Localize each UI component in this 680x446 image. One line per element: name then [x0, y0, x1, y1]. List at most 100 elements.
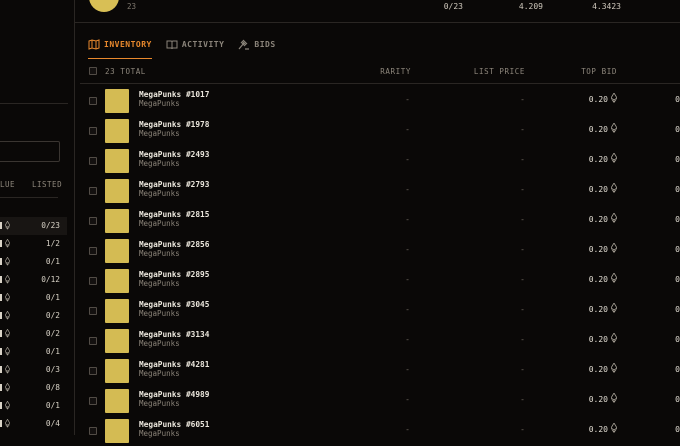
collection-row[interactable]: 0/12: [0, 271, 67, 289]
table-row[interactable]: MegaPunks #4989 MegaPunks - - 0.20 0: [80, 386, 680, 416]
collection-row[interactable]: 0/2: [0, 325, 67, 343]
row-checkbox[interactable]: [89, 427, 97, 435]
item-extra: 0: [675, 395, 680, 404]
listed-count: 0/23: [41, 221, 60, 230]
collection-row[interactable]: 0/1: [0, 253, 67, 271]
item-name[interactable]: MegaPunks #6051: [139, 420, 209, 429]
eth-icon: [610, 152, 618, 163]
nft-thumbnail[interactable]: [105, 269, 129, 293]
tab-activity[interactable]: ACTIVITY: [166, 36, 225, 52]
item-rarity: -: [405, 275, 410, 284]
table-row[interactable]: MegaPunks #2793 MegaPunks - - 0.20 0: [80, 176, 680, 206]
eth-icon: [4, 346, 11, 356]
value-fragment: [0, 258, 2, 265]
collection-row[interactable]: 0/3: [0, 361, 67, 379]
item-name[interactable]: MegaPunks #4989: [139, 390, 209, 399]
collection-avatar: [89, 0, 119, 12]
item-top-bid: 0.20: [588, 395, 608, 404]
collection-row[interactable]: 0/8: [0, 379, 67, 397]
row-checkbox[interactable]: [89, 217, 97, 225]
item-rarity: -: [405, 95, 410, 104]
collection-row[interactable]: 0/1: [0, 397, 67, 415]
item-name[interactable]: MegaPunks #2493: [139, 150, 209, 159]
collection-row[interactable]: 0/2: [0, 307, 67, 325]
collection-row[interactable]: 0/1: [0, 343, 67, 361]
row-checkbox[interactable]: [89, 247, 97, 255]
item-name[interactable]: MegaPunks #1978: [139, 120, 209, 129]
nft-thumbnail[interactable]: [105, 239, 129, 263]
item-name[interactable]: MegaPunks #2793: [139, 180, 209, 189]
item-collection: MegaPunks: [139, 99, 180, 108]
row-checkbox[interactable]: [89, 337, 97, 345]
nft-thumbnail[interactable]: [105, 329, 129, 353]
table-row[interactable]: MegaPunks #6051 MegaPunks - - 0.20 0: [80, 416, 680, 446]
item-list-price: -: [520, 305, 525, 314]
eth-icon: [610, 242, 618, 253]
nft-thumbnail[interactable]: [105, 299, 129, 323]
item-name[interactable]: MegaPunks #1017: [139, 90, 209, 99]
left-panel-divider: [74, 0, 75, 435]
table-row[interactable]: MegaPunks #3134 MegaPunks - - 0.20 0: [80, 326, 680, 356]
tab-inventory[interactable]: INVENTORY: [88, 36, 152, 59]
item-name[interactable]: MegaPunks #2815: [139, 210, 209, 219]
row-checkbox[interactable]: [89, 307, 97, 315]
collection-row[interactable]: 0/1: [0, 289, 67, 307]
eth-icon: [4, 400, 11, 410]
table-row[interactable]: MegaPunks #2895 MegaPunks - - 0.20 0: [80, 266, 680, 296]
row-checkbox[interactable]: [89, 397, 97, 405]
nft-thumbnail[interactable]: [105, 209, 129, 233]
item-top-bid: 0.20: [588, 125, 608, 134]
nft-thumbnail[interactable]: [105, 419, 129, 443]
table-row[interactable]: MegaPunks #1017 MegaPunks - - 0.20 0: [80, 86, 680, 116]
item-list-price: -: [520, 245, 525, 254]
select-all-checkbox[interactable]: [89, 67, 97, 75]
column-list-price[interactable]: LIST PRICE: [474, 67, 525, 76]
row-checkbox[interactable]: [89, 127, 97, 135]
nft-thumbnail[interactable]: [105, 149, 129, 173]
row-checkbox[interactable]: [89, 367, 97, 375]
row-checkbox[interactable]: [89, 97, 97, 105]
trait-search-input[interactable]: [0, 141, 60, 162]
row-checkbox[interactable]: [89, 277, 97, 285]
book-icon: [166, 40, 178, 49]
table-row[interactable]: MegaPunks #1978 MegaPunks - - 0.20 0: [80, 116, 680, 146]
item-name[interactable]: MegaPunks #2856: [139, 240, 209, 249]
eth-icon: [4, 364, 11, 374]
item-name[interactable]: MegaPunks #3134: [139, 330, 209, 339]
table-row[interactable]: MegaPunks #4281 MegaPunks - - 0.20 0: [80, 356, 680, 386]
item-collection: MegaPunks: [139, 429, 180, 438]
item-list-price: -: [520, 125, 525, 134]
row-checkbox[interactable]: [89, 157, 97, 165]
nft-thumbnail[interactable]: [105, 389, 129, 413]
column-top-bid[interactable]: TOP BID: [581, 67, 617, 76]
table-row[interactable]: MegaPunks #3045 MegaPunks - - 0.20 0: [80, 296, 680, 326]
item-name[interactable]: MegaPunks #2895: [139, 270, 209, 279]
item-collection: MegaPunks: [139, 309, 180, 318]
eth-icon: [4, 292, 11, 302]
left-column-value: LUE: [0, 180, 16, 189]
item-name[interactable]: MegaPunks #3045: [139, 300, 209, 309]
stat-value: 4.209: [518, 2, 543, 11]
collection-row[interactable]: 1/2: [0, 235, 67, 253]
item-rarity: -: [405, 125, 410, 134]
tab-bids[interactable]: BIDS: [238, 36, 275, 52]
item-top-bid: 0.20: [588, 215, 608, 224]
table-row[interactable]: MegaPunks #2856 MegaPunks - - 0.20 0: [80, 236, 680, 266]
table-row[interactable]: MegaPunks #2493 MegaPunks - - 0.20 0: [80, 146, 680, 176]
eth-icon: [4, 274, 11, 284]
table-row[interactable]: MegaPunks #2815 MegaPunks - - 0.20 0: [80, 206, 680, 236]
item-name[interactable]: MegaPunks #4281: [139, 360, 209, 369]
collection-row[interactable]: 0/4: [0, 415, 67, 433]
item-list-price: -: [520, 155, 525, 164]
nft-thumbnail[interactable]: [105, 89, 129, 113]
nft-thumbnail[interactable]: [105, 119, 129, 143]
listed-count: 0/1: [45, 293, 60, 302]
row-checkbox[interactable]: [89, 187, 97, 195]
nft-thumbnail[interactable]: [105, 179, 129, 203]
collection-row[interactable]: 0/23: [0, 217, 67, 235]
column-rarity[interactable]: RARITY: [380, 67, 411, 76]
value-fragment: [0, 384, 2, 391]
item-collection: MegaPunks: [139, 339, 180, 348]
nft-thumbnail[interactable]: [105, 359, 129, 383]
value-fragment: [0, 330, 2, 337]
